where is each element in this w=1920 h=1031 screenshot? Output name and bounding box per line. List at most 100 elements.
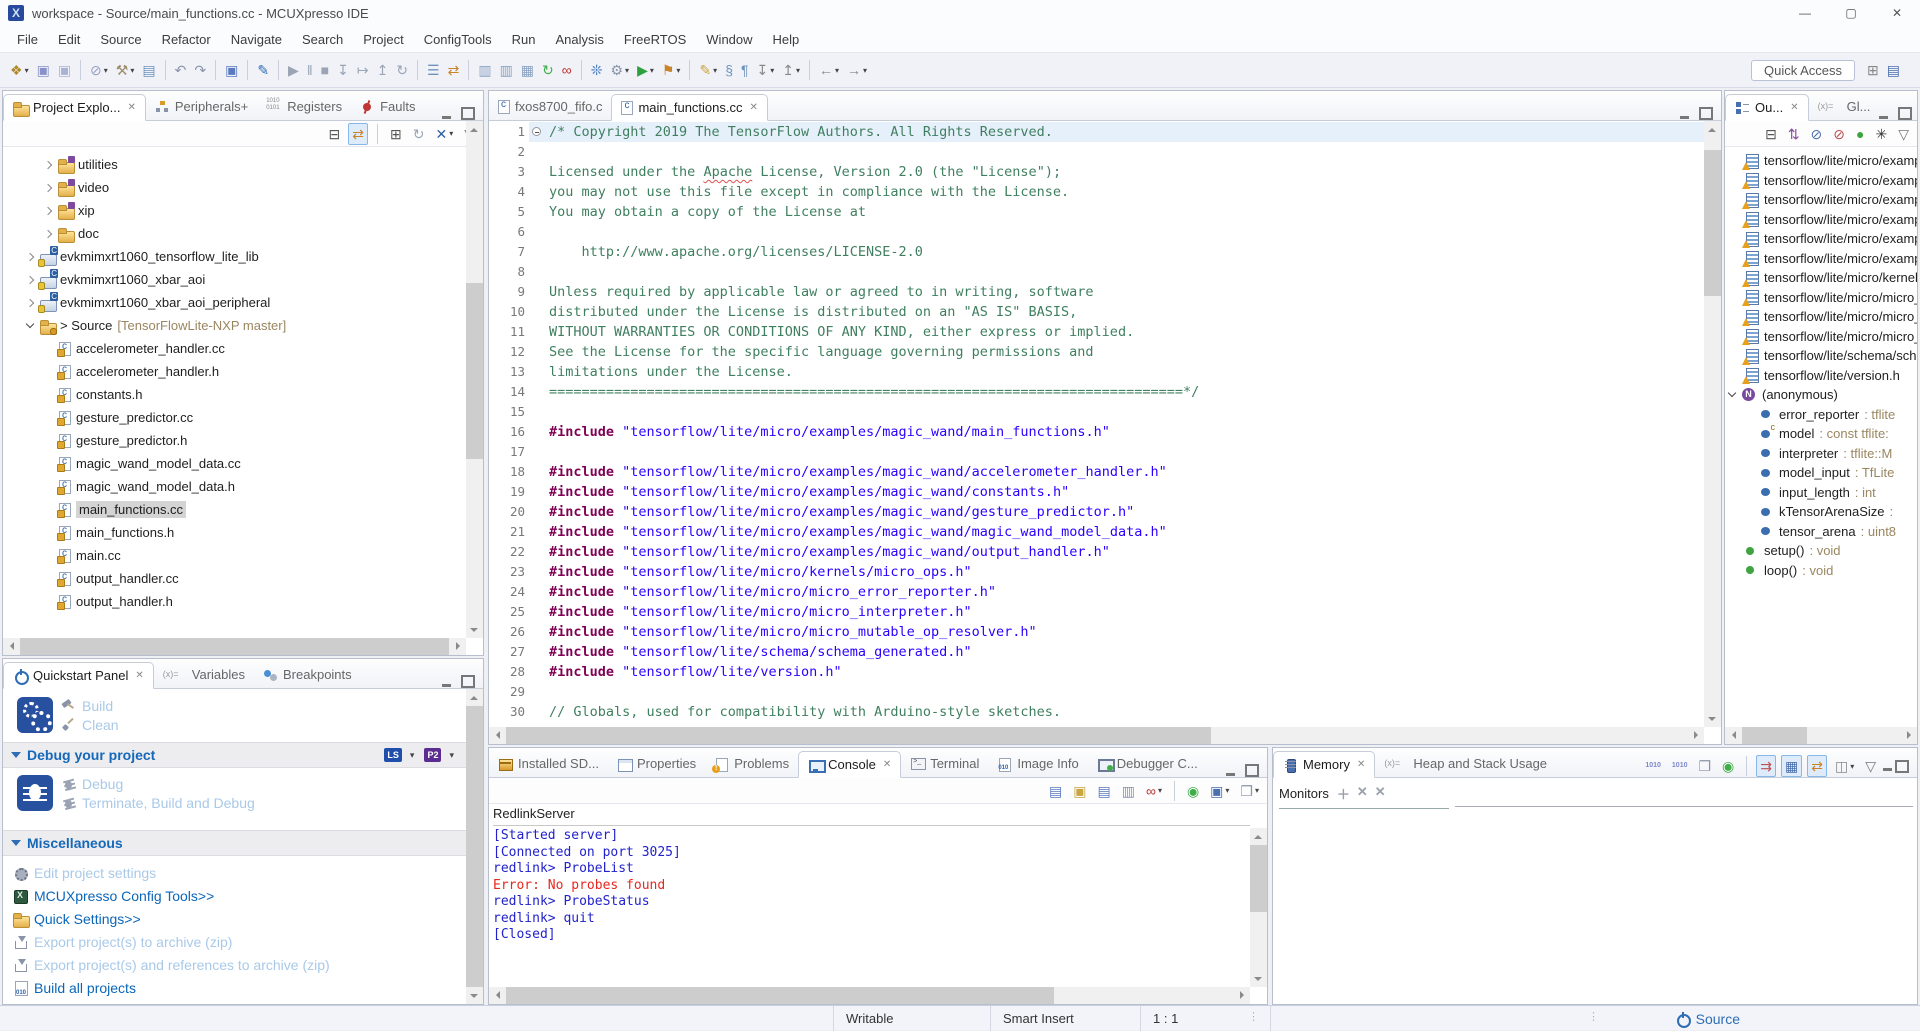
close-tab-icon[interactable]: ✕ [883, 759, 891, 770]
maximize-panel-button[interactable] [461, 107, 475, 120]
scroll-lock-button[interactable]: ▣ [1070, 781, 1089, 801]
forward-button[interactable]: →▾ [844, 60, 870, 80]
code-line-29[interactable]: 29 [489, 682, 1704, 702]
code-line-5[interactable]: 5You may obtain a copy of the License at [489, 202, 1704, 222]
tree-item-source[interactable]: > Source [TensorFlowLite-NXP master] [3, 314, 466, 337]
tree-item-output-handler-cc[interactable]: output_handler.cc [3, 567, 466, 590]
code-line-6[interactable]: 6 [489, 222, 1704, 242]
remove-all-monitors-button[interactable]: ✕ [1375, 784, 1386, 803]
tree-item-evkmimxrt1060-xbar-aoi-peripheral[interactable]: evkmimxrt1060_xbar_aoi_peripheral [3, 291, 466, 314]
close-window-button[interactable]: ✕ [1874, 0, 1920, 26]
add-monitor-button[interactable]: ＋ [1337, 784, 1350, 803]
link-button[interactable]: ∞ [559, 60, 575, 80]
tab-peripherals[interactable]: Peripherals+ [146, 93, 257, 120]
next-annotation-button[interactable]: ↧▾ [754, 60, 778, 80]
dropdown-arrow-icon[interactable]: ▾ [676, 66, 680, 75]
tree-item-evkmimxrt1060-tensorflow-lite-lib[interactable]: evkmimxrt1060_tensorflow_lite_lib [3, 245, 466, 268]
scroll-right-icon[interactable] [1687, 727, 1704, 744]
dropdown-arrow-icon[interactable]: ▾ [650, 66, 654, 75]
quickstart-link-build-all-projects[interactable]: Build all projects [13, 977, 466, 998]
menu-item-freertos[interactable]: FreeRTOS [615, 29, 695, 50]
dropdown-arrow-icon[interactable]: ▾ [625, 66, 629, 75]
expand-arrow-icon[interactable] [44, 229, 52, 237]
code-line-26[interactable]: 26#include "tensorflow/lite/micro/micro_… [489, 622, 1704, 642]
code-line-15[interactable]: 15 [489, 402, 1704, 422]
outline-item-tensorflow-lite-micro-kernels-micro-ops-h[interactable]: tensorflow/lite/micro/kernels/micro_ops.… [1725, 268, 1917, 288]
outline-item-tensorflow-lite-micro-micro-mutable-op-resolver-h[interactable]: tensorflow/lite/micro/micro_mutable_op_r… [1725, 327, 1917, 347]
code-line-21[interactable]: 21#include "tensorflow/lite/micro/exampl… [489, 522, 1704, 542]
scroll-right-icon[interactable] [449, 638, 466, 655]
dropdown-arrow-icon[interactable]: ▾ [770, 66, 774, 75]
snowflake-button[interactable]: ❊ [588, 60, 606, 80]
code-line-2[interactable]: 2 [489, 142, 1704, 162]
quickstart-link-mcuxpresso-config-tools[interactable]: MCUXpresso Config Tools>> [13, 885, 466, 906]
scroll-up-icon[interactable] [466, 121, 483, 138]
miscellaneous-header[interactable]: Miscellaneous [3, 830, 466, 856]
hscroll-thumb[interactable] [506, 987, 1054, 1004]
scroll-left-icon[interactable] [489, 987, 506, 1004]
console-output[interactable]: [Started server][Connected on port 3025]… [493, 828, 1250, 987]
scroll-right-icon[interactable] [1900, 727, 1917, 744]
expand-arrow-icon[interactable] [44, 206, 52, 214]
code-line-28[interactable]: 28#include "tensorflow/lite/version.h" [489, 662, 1704, 682]
code-line-14[interactable]: 14======================================… [489, 382, 1704, 402]
tab-registers[interactable]: Registers [257, 93, 351, 120]
code-line-25[interactable]: 25#include "tensorflow/lite/micro/micro_… [489, 602, 1704, 622]
save-button[interactable]: ▣ [34, 60, 53, 80]
outline-item-tensorflow-lite-micro-examples-magic-wand-accelerometer-handler-h[interactable]: tensorflow/lite/micro/examples/magic_wan… [1725, 171, 1917, 191]
minimize-panel-button[interactable] [442, 109, 451, 119]
code-line-8[interactable]: 8 [489, 262, 1704, 282]
code-line-19[interactable]: 19#include "tensorflow/lite/micro/exampl… [489, 482, 1704, 502]
vscroll-thumb[interactable] [1250, 845, 1267, 912]
close-tab-icon[interactable]: ✕ [135, 670, 143, 681]
step-into-button[interactable]: ↧ [334, 60, 352, 80]
collapse-arrow-icon[interactable] [11, 840, 21, 846]
code-line-27[interactable]: 27#include "tensorflow/lite/schema/schem… [489, 642, 1704, 662]
outline-item-tensorflow-lite-version-h[interactable]: tensorflow/lite/version.h [1725, 366, 1917, 386]
minimize-panel-button[interactable] [1883, 761, 1892, 771]
hide-non-public-button[interactable]: ● [1853, 124, 1867, 144]
terminate-button[interactable]: ■ [318, 60, 332, 80]
quickstart-vscrollbar[interactable] [466, 689, 483, 1004]
minimize-panel-button[interactable] [442, 677, 451, 687]
dropdown-arrow-icon[interactable]: ▾ [863, 66, 867, 75]
outline-item-input-length[interactable]: input_length : int [1725, 483, 1917, 503]
code-line-16[interactable]: 16#include "tensorflow/lite/micro/exampl… [489, 422, 1704, 442]
open-perspective-button[interactable]: ⊞ [1864, 60, 1882, 80]
tab-installed-sd[interactable]: Installed SD... [489, 750, 608, 777]
tree-item-gesture-predictor-h[interactable]: gesture_predictor.h [3, 429, 466, 452]
pin-console-button[interactable]: ◉ [1184, 781, 1202, 801]
collapse-all-button[interactable]: ⊟ [1762, 124, 1780, 144]
menu-item-file[interactable]: File [8, 29, 47, 50]
quick-access-button[interactable]: Quick Access [1751, 60, 1855, 81]
tree-item-doc[interactable]: doc [3, 222, 466, 245]
dropdown-arrow-icon[interactable]: ▾ [1225, 786, 1229, 795]
dropdown-arrow-icon[interactable]: ▾ [449, 129, 453, 138]
outline-item-anonymous[interactable]: (anonymous) [1725, 385, 1917, 405]
scroll-down-icon[interactable] [1704, 710, 1721, 727]
undo-button[interactable]: ↶ [172, 60, 190, 80]
code-line-17[interactable]: 17 [489, 442, 1704, 462]
tab-ou[interactable]: Ou...✕ [1725, 94, 1809, 121]
outline-item-tensorflow-lite-schema-schema-generated-h[interactable]: tensorflow/lite/schema/schema_generated.… [1725, 346, 1917, 366]
outline-item-tensorflow-lite-micro-examples-magic-wand-constants-h[interactable]: tensorflow/lite/micro/examples/magic_wan… [1725, 190, 1917, 210]
tab-fxos8700-fifo-c[interactable]: fxos8700_fifo.c [489, 93, 611, 120]
suspend-button[interactable]: ‖ [304, 60, 316, 80]
console-vscrollbar[interactable] [1250, 828, 1267, 987]
remove-monitor-button[interactable]: ✕ [1357, 784, 1368, 803]
tab-image-info[interactable]: Image Info [988, 750, 1087, 777]
open-console-button[interactable]: ❒▾ [1237, 781, 1262, 801]
code-line-12[interactable]: 12See the License for the specific langu… [489, 342, 1704, 362]
dropdown-arrow-icon[interactable]: ▾ [835, 66, 839, 75]
menu-item-navigate[interactable]: Navigate [222, 29, 291, 50]
dropdown-arrow-icon[interactable]: ▾ [410, 750, 415, 761]
redo-button[interactable]: ↷ [191, 60, 209, 80]
tab-memory[interactable]: Memory✕ [1273, 751, 1375, 778]
outline-item-interpreter[interactable]: interpreter : tflite::M [1725, 444, 1917, 464]
pin-memory-button[interactable]: ◉ [1719, 756, 1737, 776]
debug-your-project-header[interactable]: Debug your projectLS▾P2▾ [3, 742, 466, 768]
save-all-button[interactable]: ▣ [55, 60, 74, 80]
menu-item-search[interactable]: Search [293, 29, 352, 50]
edit-button[interactable]: ✎ [254, 60, 272, 80]
tab-main-functions-cc[interactable]: main_functions.cc✕ [611, 94, 767, 121]
